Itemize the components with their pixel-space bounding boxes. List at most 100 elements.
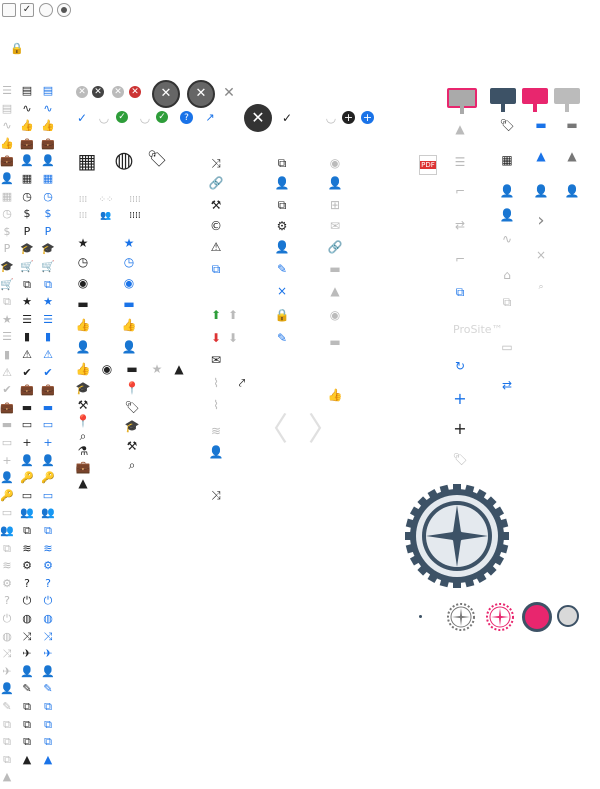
chart-icon: ⌇ [213, 376, 219, 390]
col-a-icon-39: ▲ [2, 770, 12, 784]
col-a-icon-35: ✎ [2, 700, 12, 713]
close-icon-grey-2[interactable]: ✕ [112, 86, 124, 98]
briefcase-plus-icon: 💼 [75, 460, 91, 474]
plus-box-icon[interactable]: ⊞ [328, 198, 342, 212]
pdf-icon[interactable]: PDF [419, 155, 437, 175]
col-a-icon-15: ▮ [3, 348, 11, 361]
calendar-icon: ▦ [77, 149, 97, 173]
col-c-icon-36: ⧉ [44, 717, 52, 731]
col-c-icon-5: ▦ [42, 172, 54, 185]
close-button-black[interactable]: ✕ [244, 104, 272, 132]
upload-icon-grey: ⌂ [503, 268, 511, 282]
col-c-icon-24: 👥 [41, 506, 55, 520]
col-a-icon-10: 🎓 [0, 260, 14, 273]
dot-indicator [419, 615, 422, 618]
map-marker-slate[interactable] [490, 88, 516, 112]
col-b-icon-1: ∿ [22, 101, 32, 115]
map-marker-pink[interactable] [522, 88, 548, 112]
lock-icon-blue: 🔒 [274, 308, 290, 322]
col-b-icon-12: ★ [22, 295, 32, 309]
radio-checked[interactable] [57, 3, 71, 17]
pencil-icon[interactable]: ✎ [275, 262, 289, 276]
arrow-up-grey-icon: ⬆ [227, 308, 239, 322]
col-c-icon-9: 🎓 [41, 242, 55, 256]
refresh-icon[interactable]: ↻ [453, 359, 467, 373]
flask-icon: ⚗ [77, 444, 89, 458]
col-a-icon-21: + [2, 453, 12, 467]
plus-circle-dark[interactable]: + [342, 111, 355, 124]
col-c-icon-11: ⧉ [44, 277, 52, 291]
thumbs-up-icon: 👍 [75, 318, 91, 332]
gear-tooth [499, 532, 509, 540]
add-window-icon-2[interactable]: ⧉ [453, 285, 467, 299]
tag-icon-small: 🏷 [124, 400, 140, 414]
col-a-icon-33: ✈ [2, 664, 12, 678]
col-c-icon-4: 👤 [41, 154, 55, 168]
status-dot-grey [557, 605, 579, 627]
plus-circle-blue[interactable]: + [361, 111, 374, 124]
grid-icon-2: ⁘⁘ [98, 195, 114, 205]
graduation-cap-icon-2: 🎓 [124, 419, 140, 433]
tag-icon-grey: 🏷 [452, 452, 468, 466]
link-icon-grey: 🔗 [327, 240, 343, 254]
gear-icon[interactable]: ⚙ [275, 219, 289, 233]
col-a-icon-25: 👥 [0, 524, 14, 537]
col-a-icon-16: ⚠ [2, 365, 12, 379]
chevron-right-small-icon[interactable]: › [534, 212, 548, 230]
search-icon-2[interactable]: ⌕ [125, 458, 139, 472]
eye-icon-grey: ◉ [329, 156, 341, 170]
comment-icon-dark: ▬ [566, 118, 578, 132]
repeat-icon-blue[interactable]: ⇄ [500, 378, 514, 392]
provisite-logo-text: ProSite™ [453, 323, 503, 336]
radio-unchecked[interactable] [39, 3, 53, 17]
checkbox-unchecked[interactable] [2, 3, 16, 17]
close-icon-grey[interactable]: ✕ [76, 86, 88, 98]
search-icon[interactable]: ⌕ [76, 429, 90, 443]
gear-tooth [453, 484, 461, 494]
checkbox-checked[interactable]: ✓ [20, 3, 34, 17]
copy-icon-2: ⧉ [277, 198, 287, 212]
grid-icon-1: ⁞⁞⁞ [78, 195, 88, 205]
col-a-icon-7: ◷ [2, 207, 12, 221]
user-add-icon-grey: 👤 [274, 176, 290, 190]
plus-icon-blue[interactable]: + [453, 391, 467, 407]
close-icon-blue[interactable]: × [275, 284, 289, 298]
pdf-label: PDF [420, 161, 436, 169]
map-marker-grey[interactable] [554, 88, 580, 112]
comment-icon-grey-2: ▬ [329, 335, 341, 349]
gear-icon-large [405, 484, 509, 588]
close-icon-red[interactable]: ✕ [129, 86, 141, 98]
grid-icon-4: ⁞⁞⁞ [78, 211, 88, 221]
col-c-icon-38: ▲ [43, 752, 53, 766]
list-icon-grey: ☰ [454, 155, 466, 169]
close-icon-dark[interactable]: ✕ [92, 86, 104, 98]
close-icon-plain[interactable]: ✕ [222, 86, 236, 100]
close-icon-grey-small[interactable]: × [534, 248, 548, 262]
col-b-icon-10: 🛒 [20, 260, 34, 273]
chevron-left-icon[interactable]: 〈 [256, 412, 288, 446]
calendar-icon-small: ▦ [501, 153, 513, 167]
share-icon[interactable]: ⤤ [235, 376, 249, 390]
external-link-icon[interactable]: ↗ [203, 111, 217, 125]
col-c-icon-3: 💼 [41, 136, 55, 150]
add-window-icon[interactable]: ⧉ [209, 262, 223, 276]
close-button-large-2[interactable]: ✕ [187, 80, 215, 108]
warning-icon: ⚠ [210, 240, 222, 254]
pencil-icon-2[interactable]: ✎ [275, 331, 289, 345]
world-map-icon: ◍ [114, 148, 134, 173]
col-a-icon-38: ⧉ [3, 752, 11, 766]
clock-icon: ◷ [77, 255, 89, 269]
col-b-icon-23: ▭ [21, 488, 33, 502]
map-marker-grey-selected[interactable] [447, 88, 477, 114]
chevron-right-icon[interactable]: 〉 [308, 412, 340, 446]
help-icon[interactable]: ? [180, 111, 193, 124]
col-b-icon-31: ⤨ [22, 629, 32, 643]
col-c-icon-18: ▬ [42, 400, 54, 414]
col-c-icon-14: ▮ [44, 330, 52, 344]
search-icon-grey[interactable]: ⌕ [534, 280, 548, 294]
col-c-icon-13: ☰ [43, 312, 53, 326]
close-button-large[interactable]: ✕ [152, 80, 180, 108]
envelope-icon-grey: ✉ [329, 219, 341, 233]
plus-icon-dark[interactable]: + [453, 421, 467, 437]
cone-icon-grey-2: ▲ [455, 122, 465, 136]
